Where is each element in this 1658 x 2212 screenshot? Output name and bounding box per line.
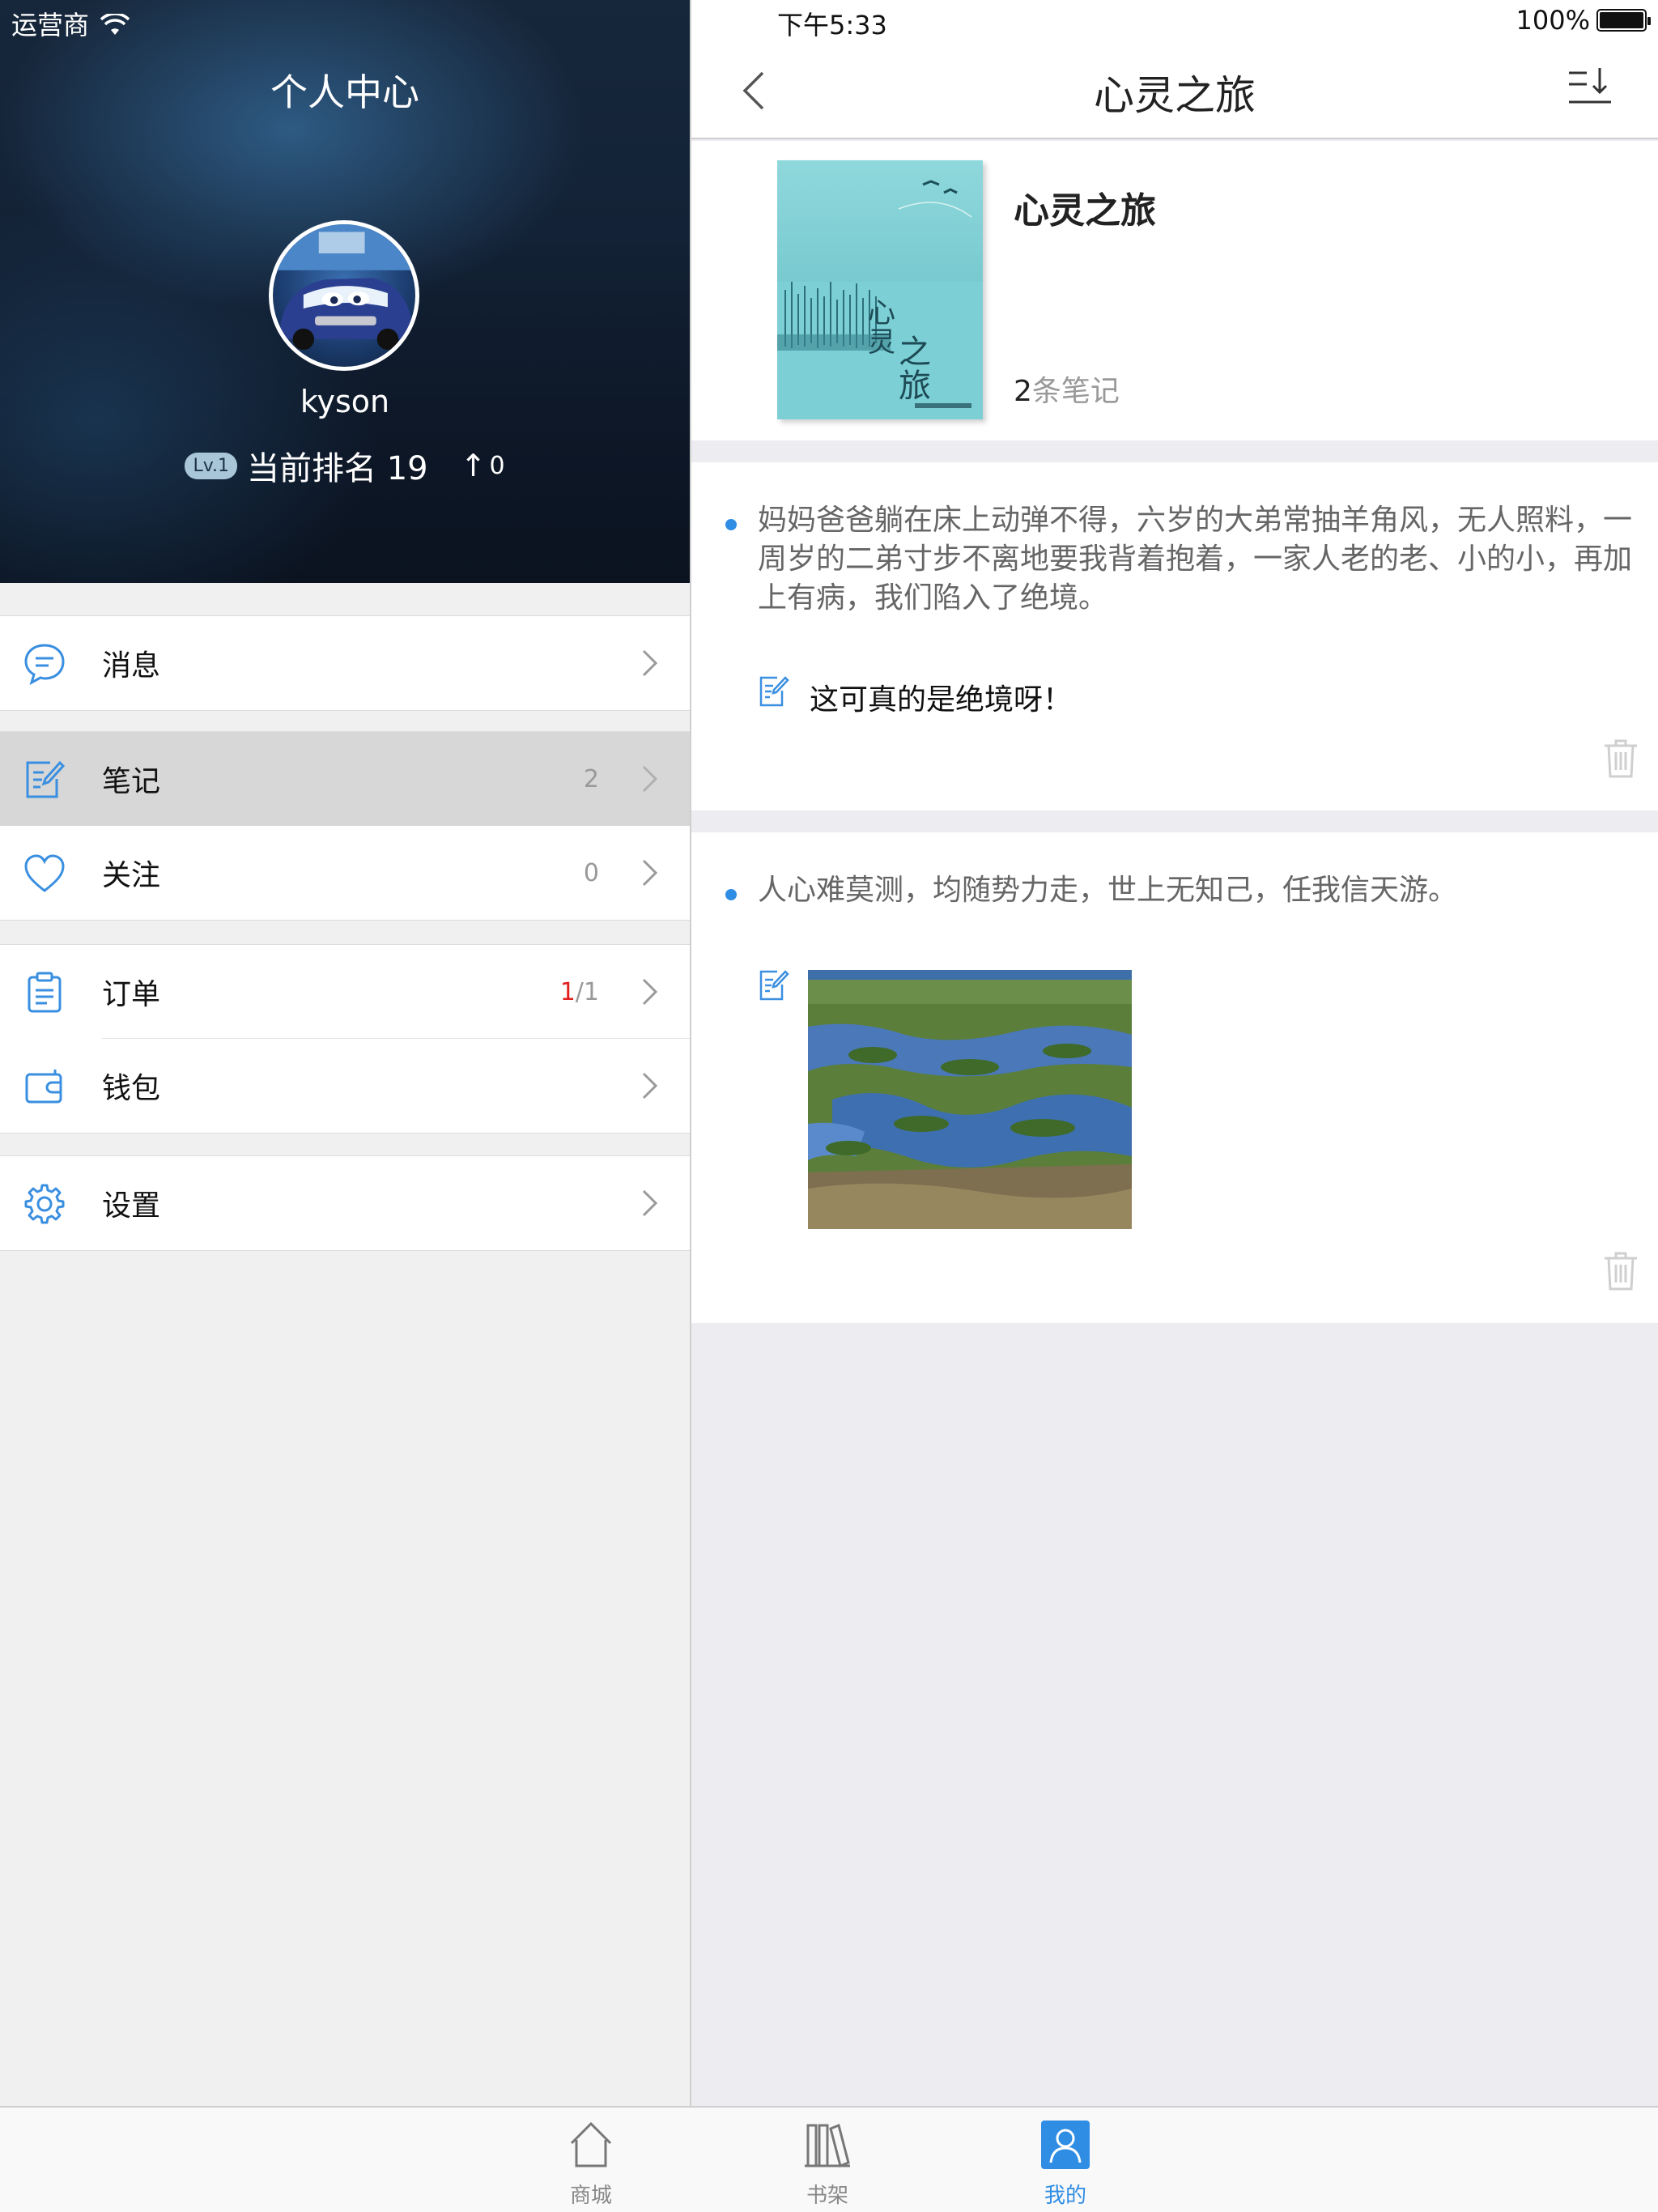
tab-label-store: 商城 [569,2184,612,2208]
chevron-right-icon [641,977,659,1006]
menu-item-notes[interactable]: 笔记 2 [0,732,690,826]
heart-icon [23,852,66,895]
chevron-right-icon [641,764,659,793]
page-title: 个人中心 [270,70,419,114]
orders-count-unpaid: 1 [559,977,576,1006]
bullet-dot-icon [725,519,737,530]
tab-bookshelf[interactable]: 书架 [771,2119,884,2209]
tab-bar: 商城 书架 我的 [0,2106,1658,2212]
menu-group-settings: 设置 [0,1155,690,1251]
note-edit-icon [758,674,790,708]
nav-title: 心灵之旅 [1094,72,1256,119]
status-bar-right: 100% [1516,5,1651,36]
clipboard-icon [23,971,66,1015]
chevron-right-icon [641,1189,659,1218]
note-quote: 妈妈爸爸躺在床上动弹不得，六岁的大弟常抽羊角风，无人照料，一周岁的二弟寸步不离地… [758,504,1633,615]
bookshelf-icon [801,2119,853,2171]
rank-text: 当前排名 19 [247,450,428,487]
tab-mine[interactable]: 我的 [1009,2119,1122,2209]
chevron-right-icon [641,649,659,678]
menu-label-messages: 消息 [102,649,161,683]
home-icon [565,2119,617,2171]
chevron-right-icon [641,1071,659,1100]
menu-label-orders: 订单 [102,978,161,1011]
username: kyson [300,384,390,419]
delete-note-button[interactable] [1603,739,1639,778]
menu-group-notes: 笔记 2 关注 0 [0,731,690,921]
message-icon [23,642,66,686]
bullet-dot-icon [725,889,737,900]
note-comment: 这可真的是绝境呀！ [810,683,1073,717]
tab-label-bookshelf: 书架 [806,2184,848,2208]
rank-up-arrow-icon: ↑ [460,448,487,483]
nav-bar: 下午5:33 100% 心灵之旅 [691,0,1658,139]
menu-label-notes: 笔记 [102,765,161,798]
notes-count: 2 [583,764,599,793]
svg-text:心: 心 [868,297,895,330]
right-panel: 下午5:33 100% 心灵之旅 心 灵 之 旅 心灵之旅 2条笔记 妈妈爸爸躺… [691,0,1658,2106]
profile-header: 运营商 个人中心 kyson Lv.1 当前排名 19 ↑ 0 [0,0,690,583]
wallet-icon [23,1065,66,1108]
note-count-number: 2 [1014,375,1032,408]
tab-store[interactable]: 商城 [534,2119,648,2209]
chevron-right-icon [641,858,659,887]
menu-group-messages: 消息 [0,615,690,711]
svg-text:旅: 旅 [899,368,931,405]
avatar[interactable] [269,220,419,371]
battery-icon [1596,9,1651,32]
status-bar-left: 运营商 [11,5,130,42]
orders-count: 1/1 [560,978,599,1006]
note-icon [23,758,66,802]
menu-label-settings: 设置 [102,1189,161,1223]
book-cover[interactable]: 心 灵 之 旅 [777,160,983,419]
note-card[interactable]: 人心难莫测，均随势力走，世上无知己，任我信天游。 [691,832,1658,1323]
trash-icon [1605,1252,1637,1291]
status-time: 下午5:33 [777,10,887,40]
sort-down-icon [1569,68,1611,104]
note-photo[interactable] [808,970,1132,1229]
sort-button[interactable] [1567,66,1613,107]
menu-label-wallet: 钱包 [102,1072,161,1105]
note-edit-icon [758,968,790,1002]
tab-label-mine: 我的 [1044,2184,1086,2208]
orders-count-total: /1 [575,977,599,1006]
avatar-car-image [273,224,415,351]
book-card[interactable]: 心 灵 之 旅 心灵之旅 2条笔记 [691,141,1658,440]
battery-percent: 100% [1516,5,1590,36]
gear-icon [23,1182,66,1226]
follow-count: 0 [583,858,599,887]
menu-item-wallet[interactable]: 钱包 [0,1039,690,1133]
trash-icon [1605,739,1637,778]
left-panel: 运营商 个人中心 kyson Lv.1 当前排名 19 ↑ 0 消息 笔记 2 … [0,0,690,2106]
menu-item-follow[interactable]: 关注 0 [0,826,690,920]
person-icon [1039,2119,1091,2171]
level-badge: Lv.1 [185,452,237,479]
menu-item-settings[interactable]: 设置 [0,1156,690,1250]
rank-change-value: 0 [489,451,505,480]
delete-note-button[interactable] [1603,1252,1639,1291]
menu-item-orders[interactable]: 订单 1/1 [0,945,690,1039]
book-note-count: 2条笔记 [1014,368,1120,410]
svg-text:之: 之 [899,334,931,371]
wifi-icon [100,12,130,35]
rank-row: Lv.1 当前排名 19 ↑ 0 [0,442,690,489]
carrier-label: 运营商 [11,10,90,40]
menu-label-follow: 关注 [102,859,161,892]
note-card[interactable]: 妈妈爸爸躺在床上动弹不得，六岁的大弟常抽羊角风，无人照料，一周岁的二弟寸步不离地… [691,462,1658,810]
svg-text:灵: 灵 [868,326,895,359]
menu-group-orders: 订单 1/1 钱包 [0,944,690,1134]
note-count-suffix: 条笔记 [1031,375,1120,408]
menu-item-messages[interactable]: 消息 [0,616,690,710]
book-title: 心灵之旅 [1014,190,1156,232]
note-quote: 人心难莫测，均随势力走，世上无知己，任我信天游。 [758,874,1458,907]
